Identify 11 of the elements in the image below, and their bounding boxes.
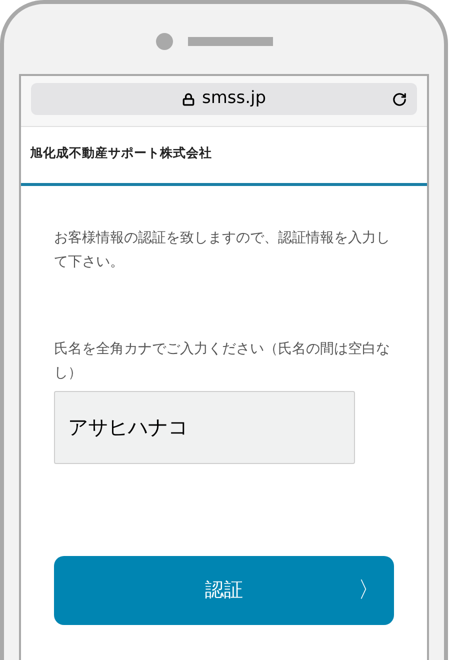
name-input[interactable]: アサヒハナコ <box>54 391 355 464</box>
reload-icon[interactable] <box>392 92 407 106</box>
url-text: smss.jp <box>202 87 266 110</box>
camera-icon <box>156 33 172 50</box>
lock-icon <box>182 92 195 106</box>
name-label: 氏名を全角カナでご入力ください（氏名の間は空白なし） <box>54 340 391 383</box>
submit-button[interactable]: 認証 〉 <box>54 556 394 625</box>
company-name: 旭化成不動産サポート株式会社 <box>30 145 212 160</box>
speaker-icon <box>188 37 272 46</box>
intro-text: お客様情報の認証を致しますので、認証情報を入力して下さい。 <box>54 229 391 272</box>
address-bar[interactable]: smss.jp <box>31 83 417 115</box>
